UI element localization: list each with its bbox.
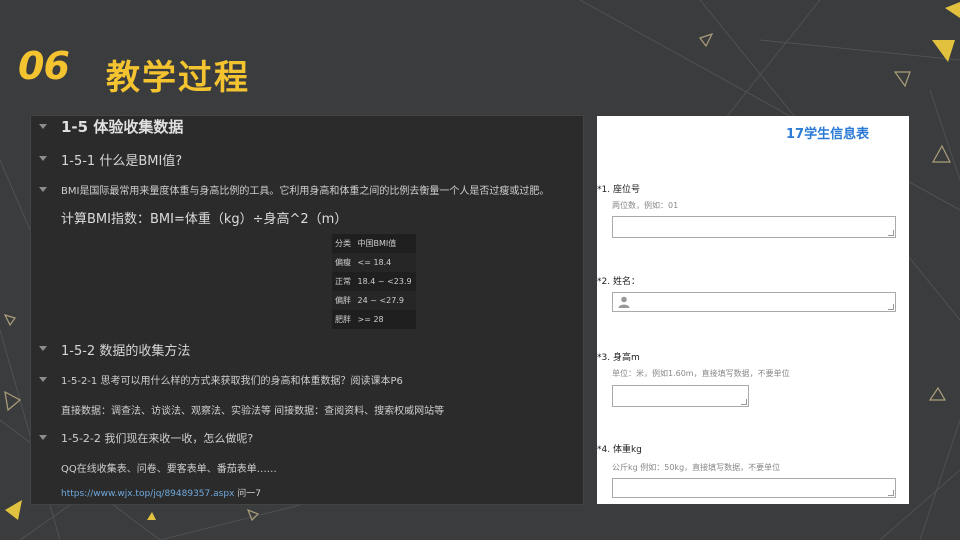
resize-grip-icon[interactable] bbox=[888, 490, 894, 496]
caret-down-icon[interactable] bbox=[39, 346, 47, 351]
question-label: *4. 体重kg bbox=[597, 445, 642, 455]
seat-number-input[interactable] bbox=[612, 216, 896, 238]
question-label: *1. 座位号 bbox=[597, 185, 640, 195]
link-tail-text: 问一7 bbox=[234, 489, 261, 499]
resize-grip-icon[interactable] bbox=[741, 399, 747, 405]
bmi-table: 分类 中国BMI值 偏瘦 <= 18.4 正常 18.4 ~ <23.9 偏胖 … bbox=[332, 234, 416, 329]
outline-heading: 1-5 体验收集数据 bbox=[61, 118, 184, 136]
survey-link-row: https://www.wjx.top/jq/89489357.aspx 问一7 bbox=[61, 486, 261, 499]
outline-paragraph: 直接数据：调查法、访谈法、观察法、实验法等 间接数据：查阅资料、搜索权威网站等 bbox=[61, 406, 445, 417]
table-cell: 偏胖 bbox=[332, 291, 355, 310]
question-hint: 公斤kg 例如：50kg，直接填写数据，不要单位 bbox=[612, 463, 781, 472]
caret-down-icon[interactable] bbox=[39, 187, 47, 192]
weight-input[interactable] bbox=[612, 478, 896, 498]
table-header: 中国BMI值 bbox=[354, 234, 416, 253]
caret-down-icon[interactable] bbox=[39, 156, 47, 161]
student-info-form: 17学生信息表 *1. 座位号 两位数，例如：01 *2. 姓名： *3. 身高… bbox=[597, 116, 909, 504]
slide-number: 06 bbox=[18, 44, 70, 88]
outline-subheading: 1-5-2 数据的收集方法 bbox=[61, 344, 191, 359]
outline-paragraph: QQ在线收集表、问卷、要客表单、番茄表单…… bbox=[61, 464, 277, 475]
notes-outline-panel: 1-5 体验收集数据 1-5-1 什么是BMI值? BMI是国际最常用来量度体重… bbox=[30, 115, 584, 505]
caret-down-icon[interactable] bbox=[39, 435, 47, 440]
caret-down-icon[interactable] bbox=[39, 377, 47, 382]
question-hint: 两位数，例如：01 bbox=[612, 201, 679, 210]
outline-subheading: 1-5-1 什么是BMI值? bbox=[61, 154, 183, 169]
outline-paragraph: BMI是国际最常用来量度体重与身高比例的工具。它利用身高和体重之间的比例去衡量一… bbox=[61, 186, 550, 197]
person-icon bbox=[618, 296, 630, 308]
table-cell: 24 ~ <27.9 bbox=[354, 291, 416, 310]
name-input[interactable] bbox=[612, 292, 896, 312]
caret-down-icon[interactable] bbox=[39, 124, 47, 129]
table-cell: >= 28 bbox=[354, 310, 416, 329]
table-cell: 正常 bbox=[332, 272, 355, 291]
survey-link[interactable]: https://www.wjx.top/jq/89489357.aspx bbox=[61, 489, 234, 499]
table-row: 肥胖 >= 28 bbox=[332, 310, 416, 329]
form-title: 17学生信息表 bbox=[786, 127, 870, 142]
bmi-formula: 计算BMI指数：BMI=体重（kg）÷身高^2（m） bbox=[61, 212, 348, 227]
resize-grip-icon[interactable] bbox=[888, 230, 894, 236]
question-label: *2. 姓名： bbox=[597, 277, 640, 287]
question-hint: 单位：米，例如1.60m，直接填写数据，不要单位 bbox=[612, 369, 790, 378]
table-row: 正常 18.4 ~ <23.9 bbox=[332, 272, 416, 291]
question-label: *3. 身高m bbox=[597, 353, 640, 363]
outline-paragraph: 1-5-2-1 思考可以用什么样的方式来获取我们的身高和体重数据？阅读课本P6 bbox=[61, 376, 403, 387]
table-row: 偏胖 24 ~ <27.9 bbox=[332, 291, 416, 310]
height-input[interactable] bbox=[612, 385, 749, 407]
table-cell: 18.4 ~ <23.9 bbox=[354, 272, 416, 291]
outline-paragraph: 1-5-2-2 我们现在来收一收，怎么做呢? bbox=[61, 432, 254, 445]
resize-grip-icon[interactable] bbox=[888, 304, 894, 310]
table-cell: 偏瘦 bbox=[332, 253, 355, 272]
slide-title: 教学过程 bbox=[106, 58, 250, 98]
table-cell: <= 18.4 bbox=[354, 253, 416, 272]
table-cell: 肥胖 bbox=[332, 310, 355, 329]
table-row: 偏瘦 <= 18.4 bbox=[332, 253, 416, 272]
table-header: 分类 bbox=[332, 234, 355, 253]
